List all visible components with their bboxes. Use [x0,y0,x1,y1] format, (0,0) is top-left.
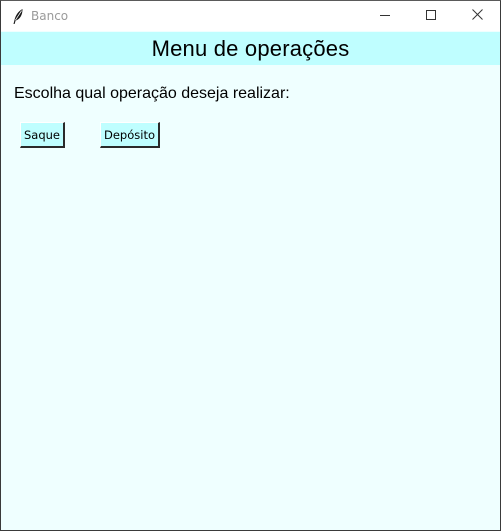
window-title: Banco [31,9,69,23]
saque-button[interactable]: Saque [20,122,65,148]
operation-prompt: Escolha qual operação deseja realizar: [14,85,290,102]
close-icon [471,7,483,25]
maximize-button[interactable] [408,1,454,31]
deposito-button[interactable]: Depósito [100,122,160,148]
app-window: Banco Menu de operações Escolha qual ope… [0,0,501,531]
title-bar[interactable]: Banco [1,1,500,31]
minimize-icon [380,7,390,25]
maximize-icon [426,7,436,25]
minimize-button[interactable] [362,1,408,31]
header-band: Menu de operações [1,32,500,65]
window-controls [362,1,500,31]
page-title: Menu de operações [151,35,350,61]
feather-icon [11,7,25,25]
close-button[interactable] [454,1,500,31]
